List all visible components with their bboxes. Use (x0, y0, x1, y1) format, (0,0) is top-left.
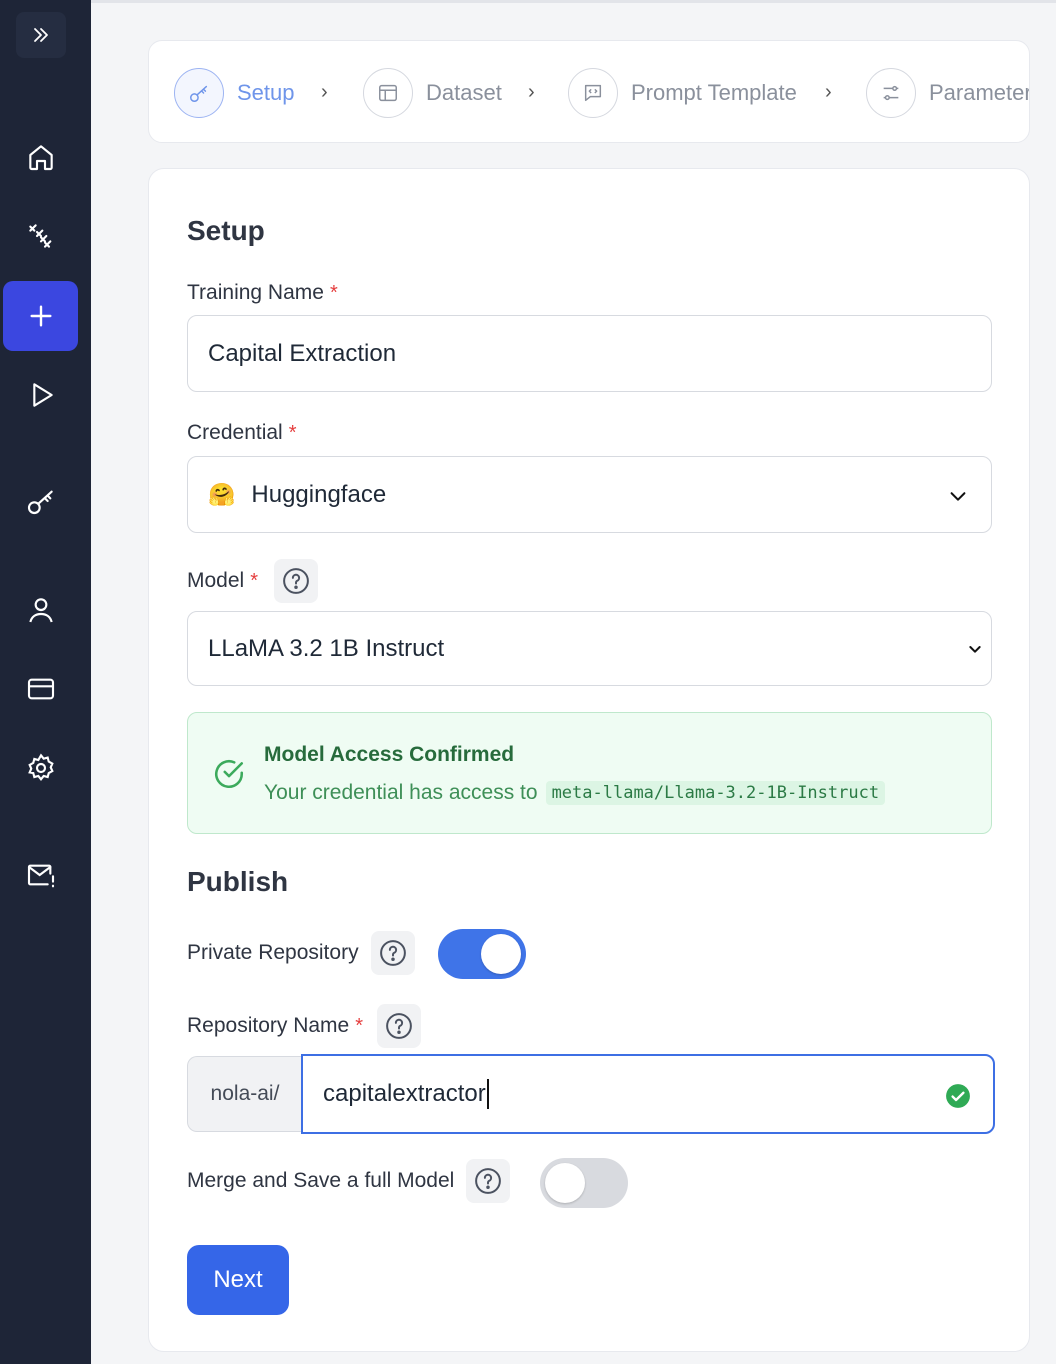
model-value: LLaMA 3.2 1B Instruct (208, 634, 445, 662)
repo-name-label: Repository Name (187, 1014, 350, 1037)
sidebar-item-new-training[interactable] (3, 281, 78, 351)
chevron-right-icon: › (825, 81, 832, 103)
sidebar-item-profile[interactable] (3, 575, 78, 645)
mail-icon (27, 864, 54, 888)
huggingface-emoji-icon: 🤗 (208, 481, 236, 507)
model-access-title: Model Access Confirmed (264, 743, 515, 766)
step-dataset[interactable]: Dataset (363, 41, 502, 142)
repo-name-help-button[interactable] (377, 1004, 422, 1048)
credential-label-text: Credential (187, 421, 283, 444)
sidebar (0, 0, 91, 1364)
step-label: Prompt Template (631, 79, 797, 105)
credential-select[interactable]: 🤗 Huggingface (187, 456, 992, 533)
required-mark: * (250, 569, 258, 592)
step-setup-circle (174, 67, 224, 118)
sidebar-item-models[interactable] (3, 201, 78, 271)
user-icon (28, 598, 53, 623)
expand-sidebar-button[interactable] (16, 12, 66, 58)
repo-name-input[interactable]: capitalextractor (301, 1054, 995, 1134)
merge-row: Merge and Save a full Model (187, 1159, 511, 1203)
expand-icon (34, 28, 48, 42)
merge-help-button[interactable] (466, 1159, 511, 1203)
repo-prefix: nola-ai/ (187, 1056, 302, 1132)
text-caret (486, 1079, 489, 1109)
model-select[interactable]: LLaMA 3.2 1B Instruct (187, 611, 992, 686)
help-icon (386, 1013, 412, 1039)
merge-label: Merge and Save a full Model (187, 1169, 455, 1192)
plus-icon (29, 305, 52, 327)
sliders-icon (883, 85, 899, 100)
private-repo-label: Private Repository (187, 941, 359, 964)
sidebar-item-messages[interactable] (3, 840, 78, 910)
step-prompt-template[interactable]: Prompt Template (568, 41, 797, 142)
key-icon (27, 490, 53, 515)
setup-card: Setup Training Name * Capital Extraction… (148, 168, 1030, 1352)
repo-name-value: capitalextractor (323, 1080, 486, 1107)
private-repo-help-button[interactable] (370, 931, 415, 975)
credential-value: Huggingface (251, 480, 387, 508)
settings-icon (27, 753, 54, 782)
required-mark: * (355, 1014, 364, 1037)
model-access-text: Your credential has access to (264, 781, 538, 804)
setup-heading: Setup (187, 215, 265, 246)
model-help-button[interactable] (274, 559, 318, 603)
sidebar-item-settings[interactable] (3, 733, 78, 803)
toggle-knob (481, 934, 521, 974)
step-dataset-circle (363, 67, 413, 118)
step-label: Setup (237, 79, 295, 105)
merge-model-toggle[interactable] (540, 1158, 628, 1208)
sidebar-item-home[interactable] (3, 122, 78, 192)
model-access-alert: Model Access Confirmed Your credential h… (187, 712, 992, 834)
chevron-down-icon (969, 646, 981, 653)
home-icon (28, 145, 53, 171)
sidebar-item-run[interactable] (3, 360, 78, 430)
top-border (91, 0, 1056, 3)
repo-name-row: Repository Name * (187, 1004, 422, 1048)
table-icon (379, 84, 397, 101)
training-name-label: Training Name * (187, 281, 338, 305)
chevron-right-icon: › (321, 81, 328, 103)
training-name-label-text: Training Name (187, 281, 324, 304)
step-label: Parameters (929, 79, 1029, 105)
step-label: Dataset (426, 79, 502, 105)
model-id-code: meta-llama/Llama-3.2-1B-Instruct (545, 781, 886, 805)
next-button[interactable]: Next (187, 1245, 289, 1315)
stepper: Setup › Dataset › Prompt Template › Para… (148, 40, 1030, 143)
check-circle-icon (214, 759, 244, 789)
chevron-down-icon (950, 492, 966, 501)
credential-label: Credential * (187, 421, 297, 445)
required-mark: * (288, 421, 297, 444)
step-prompt-circle (568, 67, 618, 118)
publish-heading: Publish (187, 866, 289, 897)
message-icon (584, 84, 602, 101)
training-name-value: Capital Extraction (208, 339, 397, 367)
sidebar-item-billing[interactable] (3, 654, 78, 724)
step-parameters-circle (866, 67, 916, 118)
model-access-message: Your credential has access to meta-llama… (264, 781, 886, 805)
help-icon (475, 1168, 502, 1194)
billing-icon (27, 678, 54, 700)
sidebar-item-keys[interactable] (3, 466, 78, 536)
chevron-right-icon: › (528, 81, 535, 103)
private-repo-toggle[interactable] (438, 929, 526, 979)
play-icon (32, 383, 53, 407)
help-icon (283, 568, 309, 594)
models-icon (28, 224, 51, 248)
key-icon (190, 85, 208, 102)
toggle-knob (545, 1163, 585, 1203)
model-label: Model * (187, 559, 318, 603)
step-parameters[interactable]: Parameters (866, 41, 1029, 142)
private-repo-row: Private Repository (187, 931, 415, 975)
required-mark: * (329, 281, 338, 304)
training-name-input[interactable]: Capital Extraction (187, 315, 992, 392)
model-label-text: Model (187, 569, 245, 592)
step-setup[interactable]: Setup (174, 41, 295, 142)
help-icon (379, 940, 406, 966)
valid-check-icon (946, 1084, 970, 1108)
